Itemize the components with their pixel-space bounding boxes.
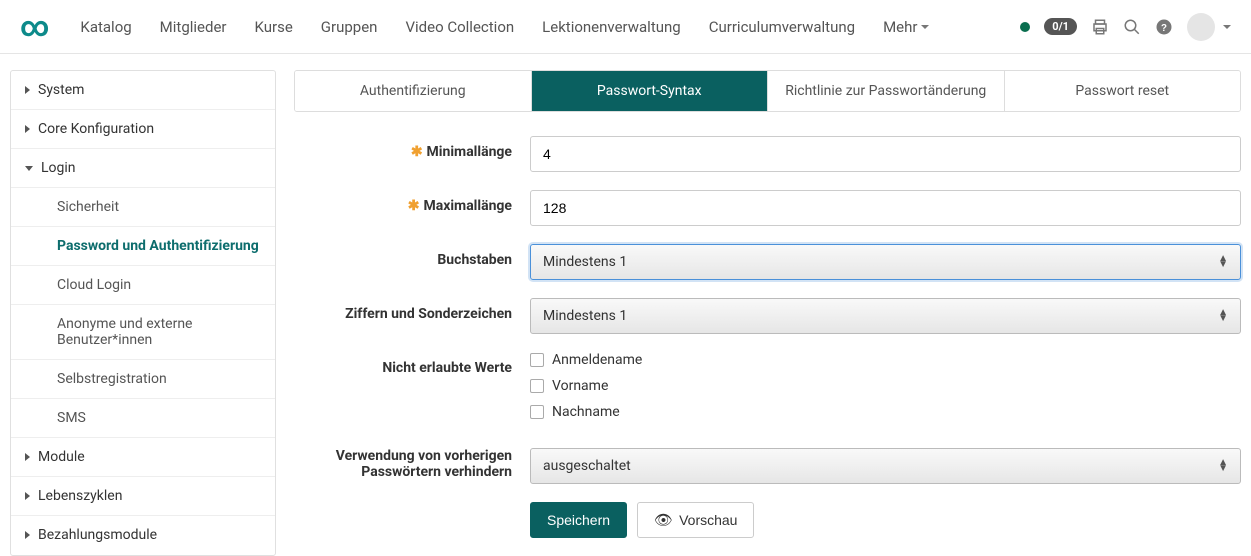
label-text: Maximallänge — [423, 198, 512, 214]
tab-password-syntax[interactable]: Passwort-Syntax — [532, 71, 769, 111]
label-letters: Buchstaben — [294, 244, 530, 268]
select-handle-icon: ▲▼ — [1218, 310, 1228, 322]
preview-label: Vorschau — [679, 512, 737, 528]
label-spacer — [294, 502, 530, 510]
eye-icon: 👁 — [654, 511, 673, 529]
svg-text:?: ? — [1161, 22, 1167, 33]
chevron-right-icon — [25, 125, 30, 133]
nav-more[interactable]: Mehr — [869, 18, 943, 36]
select-value: ausgeschaltet — [543, 458, 631, 474]
status-indicator[interactable] — [1020, 22, 1030, 32]
label-digits: Ziffern und Sonderzeichen — [294, 298, 530, 322]
chevron-right-icon — [25, 86, 30, 94]
content-area: Authentifizierung Passwort-Syntax Richtl… — [294, 70, 1241, 556]
nav-courses[interactable]: Kurse — [241, 18, 307, 36]
checkbox-firstname[interactable] — [530, 379, 544, 393]
nav-right: 0/1 ? — [1020, 13, 1231, 41]
sidebar-item-anonymous[interactable]: Anonyme und externe Benutzer*innen — [11, 305, 275, 360]
preview-button[interactable]: 👁 Vorschau — [637, 502, 754, 538]
sidebar-item-module[interactable]: Module — [11, 438, 275, 477]
checkbox-label: Nachname — [552, 404, 620, 420]
select-value: Mindestens 1 — [543, 254, 627, 270]
sidebar-label: Login — [41, 160, 76, 176]
input-min-length[interactable] — [530, 136, 1241, 172]
nav-items: Katalog Mitglieder Kurse Gruppen Video C… — [66, 18, 1020, 36]
input-max-length[interactable] — [530, 190, 1241, 226]
tab-password-reset[interactable]: Passwort reset — [1005, 71, 1241, 111]
sidebar-label: System — [38, 82, 84, 98]
sidebar-label: Core Konfiguration — [38, 121, 154, 137]
row-forbidden: Nicht erlaubte Werte Anmeldename Vorname… — [294, 352, 1241, 430]
row-max-length: ✱Maximallänge — [294, 190, 1241, 226]
search-icon[interactable] — [1123, 18, 1141, 36]
help-icon[interactable]: ? — [1155, 18, 1173, 36]
select-letters[interactable]: Mindestens 1 ▲▼ — [530, 244, 1241, 280]
session-pill[interactable]: 0/1 — [1044, 18, 1077, 35]
tab-auth[interactable]: Authentifizierung — [295, 71, 532, 111]
user-menu[interactable] — [1187, 13, 1231, 41]
nav-lessons[interactable]: Lektionenverwaltung — [528, 18, 695, 36]
select-handle-icon: ▲▼ — [1218, 460, 1228, 472]
required-icon: ✱ — [411, 144, 423, 160]
save-button[interactable]: Speichern — [530, 502, 627, 538]
label-forbidden: Nicht erlaubte Werte — [294, 352, 530, 376]
chevron-right-icon — [25, 453, 30, 461]
required-icon: ✱ — [408, 198, 420, 214]
sidebar-label: Lebenszyklen — [38, 488, 122, 504]
row-history: Verwendung von vorherigen Passwörtern ve… — [294, 448, 1241, 484]
sidebar-item-payment[interactable]: Bezahlungsmodule — [11, 516, 275, 554]
row-min-length: ✱Minimallänge — [294, 136, 1241, 172]
sidebar-item-lifecycles[interactable]: Lebenszyklen — [11, 477, 275, 516]
chevron-right-icon — [25, 531, 30, 539]
check-lastname: Nachname — [530, 404, 1241, 420]
sidebar: System Core Konfiguration Login Sicherhe… — [10, 70, 276, 556]
row-buttons: Speichern 👁 Vorschau — [294, 502, 1241, 538]
avatar — [1187, 13, 1215, 41]
checkbox-loginname[interactable] — [530, 353, 544, 367]
check-firstname: Vorname — [530, 378, 1241, 394]
sidebar-label: Bezahlungsmodule — [38, 527, 157, 543]
logo-infinity[interactable]: ∞ — [20, 10, 46, 43]
sidebar-item-system[interactable]: System — [11, 71, 275, 110]
nav-catalog[interactable]: Katalog — [66, 18, 145, 36]
sidebar-item-selfreg[interactable]: Selbstregistration — [11, 360, 275, 399]
row-digits: Ziffern und Sonderzeichen Mindestens 1 ▲… — [294, 298, 1241, 334]
sidebar-item-cloud-login[interactable]: Cloud Login — [11, 266, 275, 305]
tab-password-policy[interactable]: Richtlinie zur Passwortänderung — [768, 71, 1005, 111]
nav-video[interactable]: Video Collection — [391, 18, 528, 36]
label-history: Verwendung von vorherigen Passwörtern ve… — [294, 448, 530, 480]
select-digits[interactable]: Mindestens 1 ▲▼ — [530, 298, 1241, 334]
chevron-down-icon — [1223, 25, 1231, 29]
chevron-down-icon — [921, 25, 929, 29]
chevron-right-icon — [25, 492, 30, 500]
sidebar-item-core[interactable]: Core Konfiguration — [11, 110, 275, 149]
chevron-down-icon — [25, 166, 33, 171]
print-icon[interactable] — [1091, 18, 1109, 36]
row-letters: Buchstaben Mindestens 1 ▲▼ — [294, 244, 1241, 280]
select-history[interactable]: ausgeschaltet ▲▼ — [530, 448, 1241, 484]
sidebar-item-security[interactable]: Sicherheit — [11, 188, 275, 227]
tab-bar: Authentifizierung Passwort-Syntax Richtl… — [294, 70, 1241, 112]
label-min-length: ✱Minimallänge — [294, 136, 530, 160]
sidebar-item-password-auth[interactable]: Password und Authentifizierung — [11, 227, 275, 266]
nav-groups[interactable]: Gruppen — [307, 18, 392, 36]
sidebar-item-sms[interactable]: SMS — [11, 399, 275, 438]
checkbox-label: Vorname — [552, 378, 608, 394]
nav-members[interactable]: Mitglieder — [146, 18, 241, 36]
select-handle-icon: ▲▼ — [1218, 256, 1228, 268]
sidebar-item-login[interactable]: Login — [11, 149, 275, 188]
label-max-length: ✱Maximallänge — [294, 190, 530, 214]
checkbox-lastname[interactable] — [530, 405, 544, 419]
sidebar-label: Module — [38, 449, 85, 465]
nav-curriculum[interactable]: Curriculumverwaltung — [695, 18, 869, 36]
check-loginname: Anmeldename — [530, 352, 1241, 368]
main-container: System Core Konfiguration Login Sicherhe… — [0, 54, 1251, 556]
checkbox-label: Anmeldename — [552, 352, 642, 368]
select-value: Mindestens 1 — [543, 308, 627, 324]
label-text: Minimallänge — [427, 144, 512, 160]
topnav: ∞ Katalog Mitglieder Kurse Gruppen Video… — [0, 0, 1251, 54]
nav-more-label: Mehr — [883, 18, 917, 36]
